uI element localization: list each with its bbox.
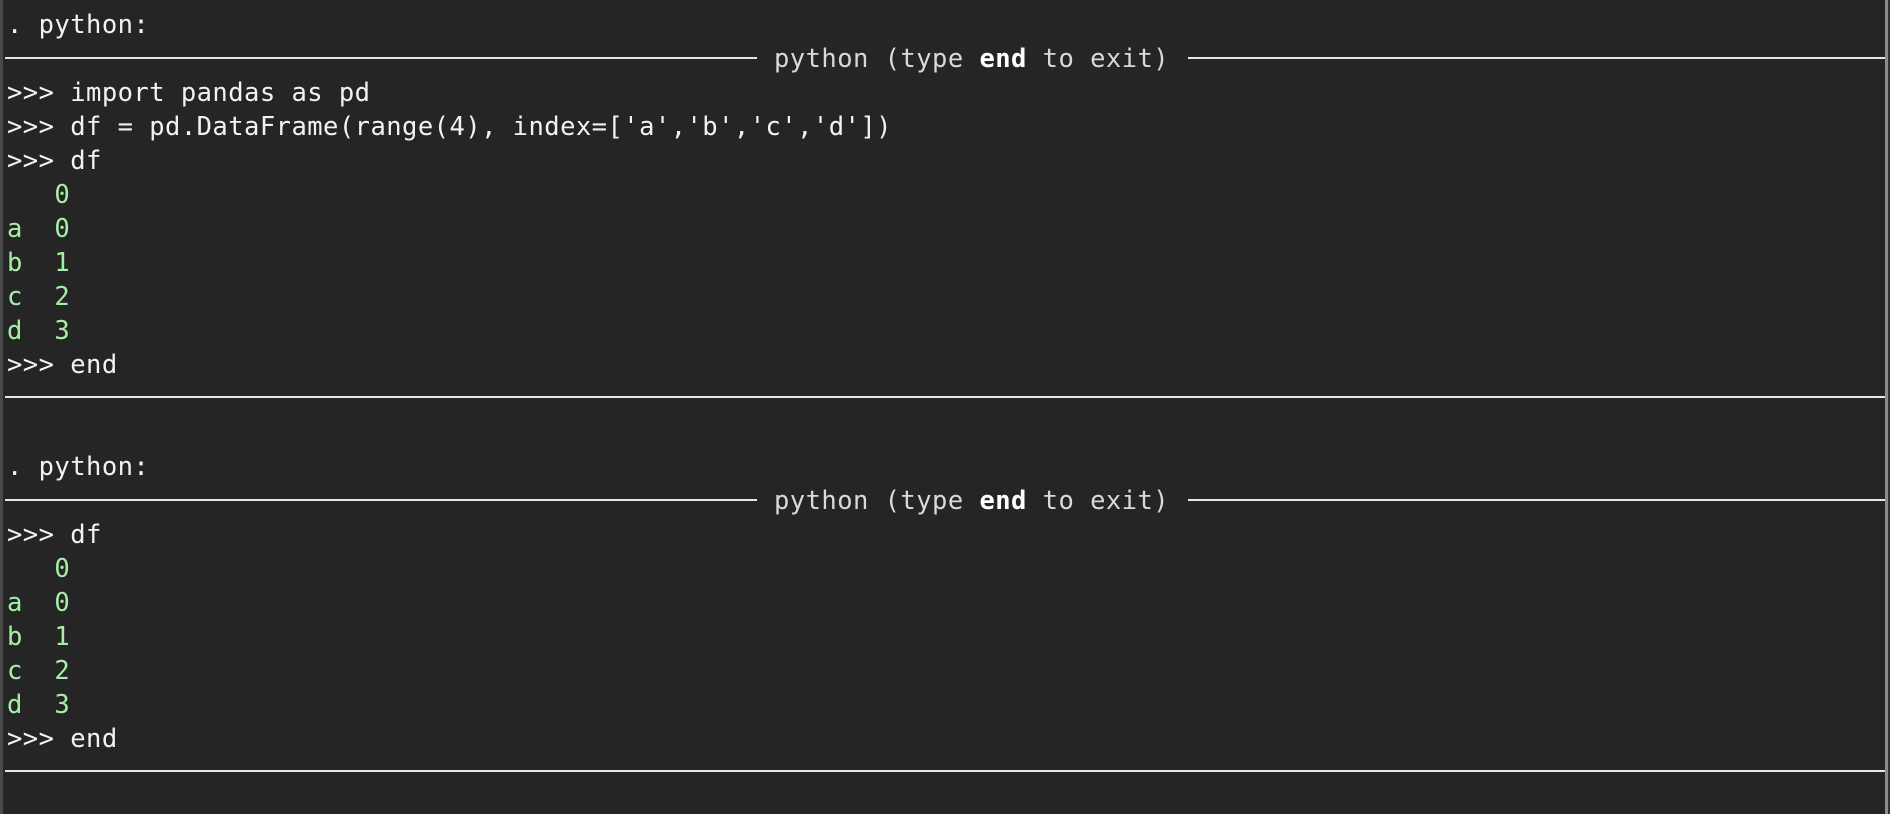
session-banner: python (type end to exit) [5,484,1885,518]
output-line: d 3 [7,316,71,346]
banner-keyword: end [979,44,1027,74]
input-line: >>> end [7,724,118,754]
python-session: . python: python (type end to exit) >>> … [5,450,1885,790]
banner-title: python (type end to exit) [774,42,1169,76]
input-line: >>> import pandas as pd [7,78,371,108]
banner-rule-right [1188,499,1885,501]
banner-rule-left [5,57,757,59]
output-line: 0 [7,180,71,210]
terminal-output[interactable]: . python: python (type end to exit) >>> … [5,8,1885,790]
input-line: >>> df [7,146,102,176]
output-line: c 2 [7,282,71,312]
banner-suffix: to exit) [1026,486,1170,516]
python-session: . python: python (type end to exit) >>> … [5,8,1885,416]
session-end-rule [5,756,1885,790]
session-end-rule [5,382,1885,416]
output-line: b 1 [7,248,71,278]
banner-rule-left [5,499,757,501]
output-line: 0 [7,554,71,584]
input-line: >>> df = pd.DataFrame(range(4), index=['… [7,112,892,142]
session-header: . python: [7,10,150,40]
output-line: c 2 [7,656,71,686]
output-line: d 3 [7,690,71,720]
output-line: b 1 [7,622,71,652]
rule-line [5,770,1885,772]
banner-keyword: end [979,486,1027,516]
output-line: a 0 [7,214,71,244]
input-line: >>> end [7,350,118,380]
banner-prefix: python (type [774,44,980,74]
rule-line [5,396,1885,398]
banner-title: python (type end to exit) [774,484,1169,518]
banner-suffix: to exit) [1026,44,1170,74]
session-banner: python (type end to exit) [5,42,1885,76]
banner-rule-right [1188,57,1885,59]
banner-prefix: python (type [774,486,980,516]
session-header: . python: [7,452,150,482]
input-line: >>> df [7,520,102,550]
output-line: a 0 [7,588,71,618]
window-left-border [0,0,3,814]
